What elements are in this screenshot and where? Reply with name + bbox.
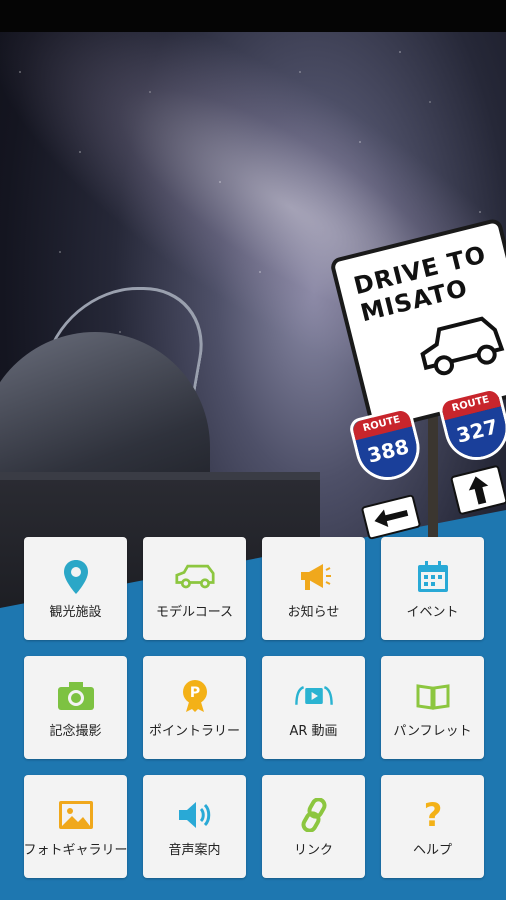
- menu-label: お知らせ: [287, 605, 340, 620]
- menu-tile-event[interactable]: イベント: [381, 537, 484, 640]
- menu-tile-ar-video[interactable]: AR 動画: [262, 656, 365, 759]
- menu-label: リンク: [293, 843, 333, 858]
- picture-icon: [56, 797, 96, 833]
- menu-tile-help[interactable]: ? ヘルプ: [381, 775, 484, 878]
- menu-label: AR 動画: [289, 724, 338, 739]
- menu-tile-audio-guide[interactable]: 音声案内: [143, 775, 246, 878]
- question-icon: ?: [413, 797, 453, 833]
- menu-label: 観光施設: [49, 605, 102, 620]
- menu-label: パンフレット: [393, 724, 472, 739]
- megaphone-icon: [294, 559, 334, 595]
- menu-label: ヘルプ: [412, 843, 452, 858]
- menu-tile-sightseeing[interactable]: 観光施設: [24, 537, 127, 640]
- arrow-up-icon: [468, 476, 489, 505]
- menu-label: フォトギャラリー: [23, 843, 128, 858]
- camera-icon: [56, 678, 96, 714]
- menu-label: 音声案内: [168, 843, 221, 858]
- calendar-icon: [413, 559, 453, 595]
- menu-grid: 観光施設 モデルコース お知らせ イベント 記念撮影 P ポイントラリー AR …: [23, 537, 484, 878]
- map-pin-icon: [56, 559, 96, 595]
- car-icon: [174, 559, 215, 595]
- svg-text:?: ?: [423, 798, 442, 832]
- link-icon: [294, 797, 334, 833]
- menu-tile-link[interactable]: リンク: [262, 775, 365, 878]
- menu-tile-point-rally[interactable]: P ポイントラリー: [143, 656, 246, 759]
- menu-label: イベント: [406, 605, 459, 620]
- menu-tile-commemorative-photo[interactable]: 記念撮影: [24, 656, 127, 759]
- car-icon: [420, 316, 505, 376]
- menu-tile-pamphlet[interactable]: パンフレット: [381, 656, 484, 759]
- menu-label: 記念撮影: [49, 724, 102, 739]
- menu-tile-model-course[interactable]: モデルコース: [143, 537, 246, 640]
- menu-tile-news[interactable]: お知らせ: [262, 537, 365, 640]
- speaker-icon: [175, 797, 215, 833]
- svg-text:P: P: [189, 685, 199, 701]
- menu-tile-photo-gallery[interactable]: フォトギャラリー: [23, 775, 128, 878]
- medal-icon: P: [175, 678, 215, 714]
- menu-label: モデルコース: [155, 605, 234, 620]
- book-icon: [413, 678, 453, 714]
- menu-label: ポイントラリー: [148, 724, 240, 739]
- status-bar: [0, 0, 506, 32]
- ar-video-icon: [294, 678, 334, 714]
